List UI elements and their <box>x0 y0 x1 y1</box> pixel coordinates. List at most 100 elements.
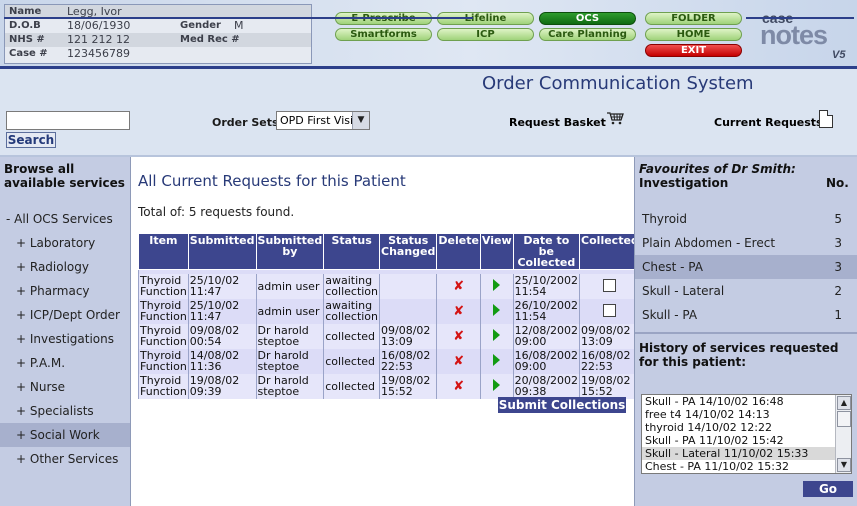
title-rule-right <box>746 17 854 19</box>
history-item[interactable]: free t4 14/10/02 14:13 <box>642 408 851 421</box>
delete-icon[interactable]: ✘ <box>438 305 479 318</box>
nhs-label: NHS # <box>9 34 45 45</box>
nav-folder[interactable]: FOLDER <box>645 12 742 25</box>
submit-collections-button[interactable]: Submit Collections <box>498 397 626 413</box>
cell-status-changed: 16/08/02 22:53 <box>379 348 438 374</box>
sidebar-item-investigations[interactable]: + Investigations <box>0 327 130 351</box>
nav-care-planning[interactable]: Care Planning <box>539 28 636 41</box>
app-header: Name Legg, Ivor D.O.B 18/06/1930 Gender … <box>0 0 857 68</box>
nav-home[interactable]: HOME <box>645 28 742 41</box>
view-icon[interactable] <box>493 304 501 316</box>
history-item[interactable]: Skull - Lateral 11/10/02 15:33 <box>642 447 851 460</box>
cell-submitted-by: admin user <box>255 298 325 324</box>
patient-dob: 18/06/1930 <box>67 19 131 32</box>
favourite-item-skull-pa[interactable]: Skull - PA 1 <box>635 303 857 327</box>
nav-smartforms[interactable]: Smartforms <box>335 28 432 41</box>
cell-status: collected <box>323 323 381 349</box>
cell-date-to-collect: 26/10/2002 11:54 <box>512 298 581 324</box>
sidebar-item-all-ocs[interactable]: - All OCS Services <box>0 207 130 231</box>
cell-delete: ✘ <box>436 373 481 399</box>
sidebar-item-pam[interactable]: + P.A.M. <box>0 351 130 375</box>
gender-label: Gender <box>180 20 221 31</box>
favourite-item-skull-lateral[interactable]: Skull - Lateral 2 <box>635 279 857 303</box>
col-submitted: Submitted <box>187 233 257 270</box>
col-delete: Delete <box>436 233 481 270</box>
history-item[interactable]: Skull - PA 11/10/02 15:42 <box>642 434 851 447</box>
cell-status: awaiting collection <box>323 273 381 299</box>
table-row: Thyroid Function 25/10/02 11:47 admin us… <box>138 298 641 324</box>
cell-date-to-collect: 20/08/2002 09:38 <box>512 373 581 399</box>
delete-icon[interactable]: ✘ <box>438 330 479 343</box>
patient-gender: M <box>234 19 244 32</box>
cell-submitted: 14/08/02 11:36 <box>187 348 257 374</box>
favourite-item-chest-pa[interactable]: Chest - PA 3 <box>635 255 857 279</box>
patient-row-nhs: NHS # 121 212 12 Med Rec # <box>5 33 311 47</box>
sidebar-item-pharmacy[interactable]: + Pharmacy <box>0 279 130 303</box>
history-scrollbar[interactable]: ▲ ▼ <box>835 395 851 473</box>
basket-icon-svg <box>607 112 624 125</box>
cell-view <box>479 323 514 349</box>
medrec-label: Med Rec # <box>180 34 240 45</box>
sidebar-item-radiology[interactable]: + Radiology <box>0 255 130 279</box>
search-input[interactable] <box>6 111 130 130</box>
patient-row-dob: D.O.B 18/06/1930 Gender M <box>5 19 311 33</box>
delete-icon[interactable]: ✘ <box>438 380 479 393</box>
search-button[interactable]: Search <box>6 132 56 148</box>
sidebar-item-icp-dept-order[interactable]: + ICP/Dept Order <box>0 303 130 327</box>
logo-line2: notes <box>760 20 828 50</box>
scrollbar-thumb[interactable] <box>837 411 851 427</box>
nav-exit[interactable]: EXIT <box>645 44 742 57</box>
favourite-item-thyroid[interactable]: Thyroid 5 <box>635 207 857 231</box>
go-button[interactable]: Go <box>803 481 853 497</box>
browse-title: Browse all available services <box>4 162 125 190</box>
request-basket-label[interactable]: Request Basket <box>509 116 606 129</box>
document-icon[interactable] <box>819 110 833 128</box>
table-row: Thyroid Function 19/08/02 09:39 Dr harol… <box>138 373 641 399</box>
chevron-down-icon[interactable]: ▼ <box>837 458 851 472</box>
favourites-title: Favourites of Dr Smith: <box>639 162 796 176</box>
nav-ocs[interactable]: OCS <box>539 12 636 25</box>
cell-status: awaiting collection <box>323 298 381 324</box>
history-item[interactable]: thyroid 14/10/02 12:22 <box>642 421 851 434</box>
current-requests-label[interactable]: Current Requests <box>714 116 823 129</box>
cell-date-to-collect: 16/08/2002 09:00 <box>512 348 581 374</box>
page-title: Order Communication System <box>482 73 754 94</box>
collected-checkbox[interactable] <box>603 278 617 292</box>
favourite-count: 1 <box>834 308 842 322</box>
cell-collected: 16/08/02 22:53 <box>579 348 641 374</box>
chevron-up-icon[interactable]: ▲ <box>837 396 851 410</box>
delete-icon[interactable]: ✘ <box>438 280 479 293</box>
history-item[interactable]: Skull - PA 14/10/02 16:48 <box>642 395 851 408</box>
history-title: History of services requested for this p… <box>639 341 839 369</box>
sidebar-item-other-services[interactable]: + Other Services <box>0 447 130 471</box>
col-status: Status <box>323 233 381 270</box>
history-item[interactable]: Chest - PA 11/10/02 15:32 <box>642 460 851 473</box>
favourite-item-plain-abdomen[interactable]: Plain Abdomen - Erect 3 <box>635 231 857 255</box>
requests-title: All Current Requests for this Patient <box>138 172 406 190</box>
cell-submitted: 19/08/02 09:39 <box>187 373 257 399</box>
sidebar-item-nurse[interactable]: + Nurse <box>0 375 130 399</box>
basket-icon[interactable] <box>606 111 624 129</box>
favourite-count: 2 <box>834 284 842 298</box>
sidebar-item-specialists[interactable]: + Specialists <box>0 399 130 423</box>
sidebar-item-social-work[interactable]: + Social Work <box>0 423 130 447</box>
history-listbox[interactable]: Skull - PA 14/10/02 16:48 free t4 14/10/… <box>641 394 852 474</box>
cell-collected <box>579 298 641 324</box>
nav-icp[interactable]: ICP <box>437 28 534 41</box>
chevron-down-icon[interactable]: ▼ <box>352 112 369 129</box>
cell-item: Thyroid Function <box>138 373 189 399</box>
table-row: Thyroid Function 09/08/02 00:54 Dr harol… <box>138 323 641 349</box>
sidebar-item-laboratory[interactable]: + Laboratory <box>0 231 130 255</box>
favourite-name: Thyroid <box>642 212 687 226</box>
view-icon[interactable] <box>493 354 501 366</box>
dob-label: D.O.B <box>9 20 41 31</box>
view-icon[interactable] <box>493 329 501 341</box>
cell-status-changed: 19/08/02 15:52 <box>379 373 438 399</box>
delete-icon[interactable]: ✘ <box>438 355 479 368</box>
collected-checkbox[interactable] <box>603 303 617 317</box>
cell-delete: ✘ <box>436 298 481 324</box>
view-icon[interactable] <box>493 379 501 391</box>
patient-nhs: 121 212 12 <box>67 33 130 46</box>
cell-item: Thyroid Function <box>138 273 189 299</box>
view-icon[interactable] <box>493 279 501 291</box>
